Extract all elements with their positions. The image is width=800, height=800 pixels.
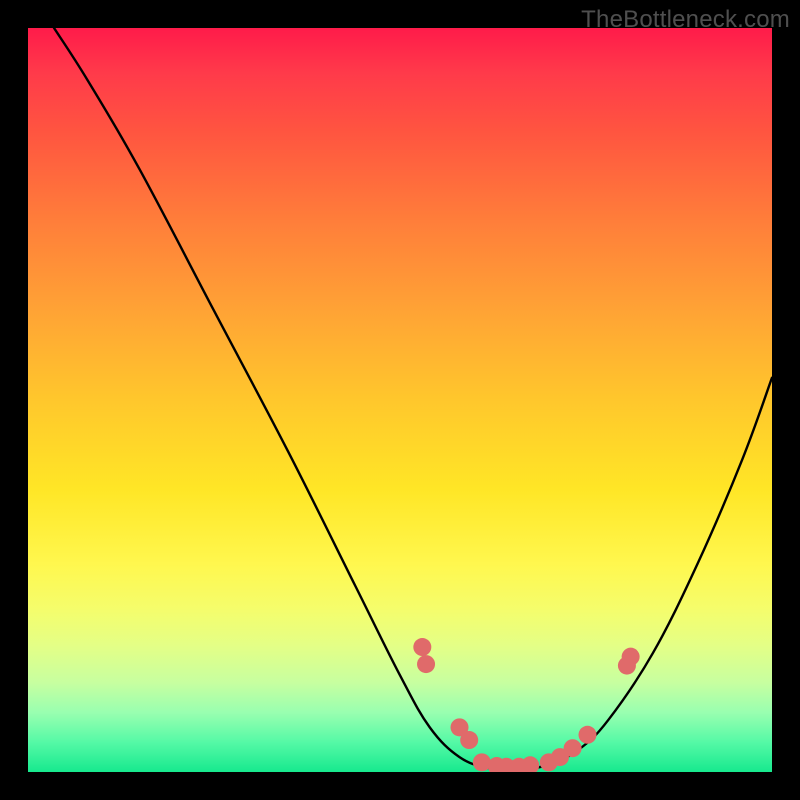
curve-marker xyxy=(622,648,640,666)
curve-marker xyxy=(578,726,596,744)
plot-area xyxy=(28,28,772,772)
curve-marker xyxy=(417,655,435,673)
curve-marker xyxy=(413,638,431,656)
chart-svg xyxy=(28,28,772,772)
curve-marker xyxy=(521,756,539,772)
curve-marker xyxy=(460,731,478,749)
bottleneck-curve xyxy=(54,28,772,770)
curve-markers xyxy=(413,638,639,772)
curve-marker xyxy=(564,739,582,757)
chart-frame: TheBottleneck.com xyxy=(0,0,800,800)
